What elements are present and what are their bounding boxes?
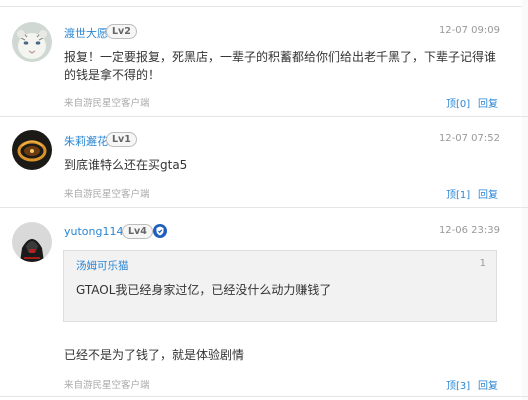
level-badge: Lv1 xyxy=(106,132,137,147)
username[interactable]: yutong1145 xyxy=(64,225,130,238)
comment-content: 报复！一定要报复，死黑店，一辈子的积蓄都给你们给出老千黑了，下辈子记得谁的钱是拿… xyxy=(64,50,497,82)
quoted-floor-number: 1 xyxy=(479,258,486,269)
comment-time: 12-07 09:09 xyxy=(438,25,500,36)
white-tiger-avatar-icon xyxy=(12,22,52,62)
user-avatar[interactable] xyxy=(12,130,52,170)
quoted-comment: 汤姆可乐猫 1 GTAOL我已经身家过亿，已经没什么动力赚钱了 xyxy=(63,250,497,322)
like-button[interactable]: 顶[1] xyxy=(446,186,470,201)
comment-source: 来自游民星空客户端 xyxy=(64,380,150,391)
reply-button[interactable]: 回复 xyxy=(478,186,498,201)
like-button[interactable]: 顶[3] xyxy=(446,377,470,392)
username[interactable]: 朱莉邂花 xyxy=(64,133,108,149)
like-button[interactable]: 顶[0] xyxy=(446,95,470,110)
quoted-username[interactable]: 汤姆可乐猫 xyxy=(76,258,129,273)
quoted-text: GTAOL我已经身家过亿，已经没什么动力赚钱了 xyxy=(76,283,332,297)
assassin-avatar-icon xyxy=(12,222,52,262)
shield-badge-icon xyxy=(153,224,167,238)
comment-time: 12-07 07:52 xyxy=(438,133,500,144)
level-badge: Lv2 xyxy=(106,24,137,39)
comment-separator xyxy=(0,116,528,117)
user-avatar[interactable] xyxy=(12,222,52,262)
comment-time: 12-06 23:39 xyxy=(438,225,500,236)
comment-separator xyxy=(0,396,528,397)
scrollbar-track[interactable] xyxy=(522,0,528,400)
level-badge: Lv4 xyxy=(122,224,153,239)
top-divider xyxy=(0,0,528,7)
user-avatar[interactable] xyxy=(12,22,52,62)
username[interactable]: 渡世大愿 xyxy=(64,25,108,41)
comment-source: 来自游民星空客户端 xyxy=(64,189,150,200)
comment-content: 到底谁特么还在买gta5 xyxy=(64,158,188,172)
fire-ring-avatar-icon xyxy=(12,130,52,170)
comment-source: 来自游民星空客户端 xyxy=(64,98,150,109)
reply-button[interactable]: 回复 xyxy=(478,377,498,392)
comment-content: 已经不是为了钱了，就是体验剧情 xyxy=(64,348,245,362)
reply-button[interactable]: 回复 xyxy=(478,95,498,110)
comment-separator xyxy=(0,207,528,208)
